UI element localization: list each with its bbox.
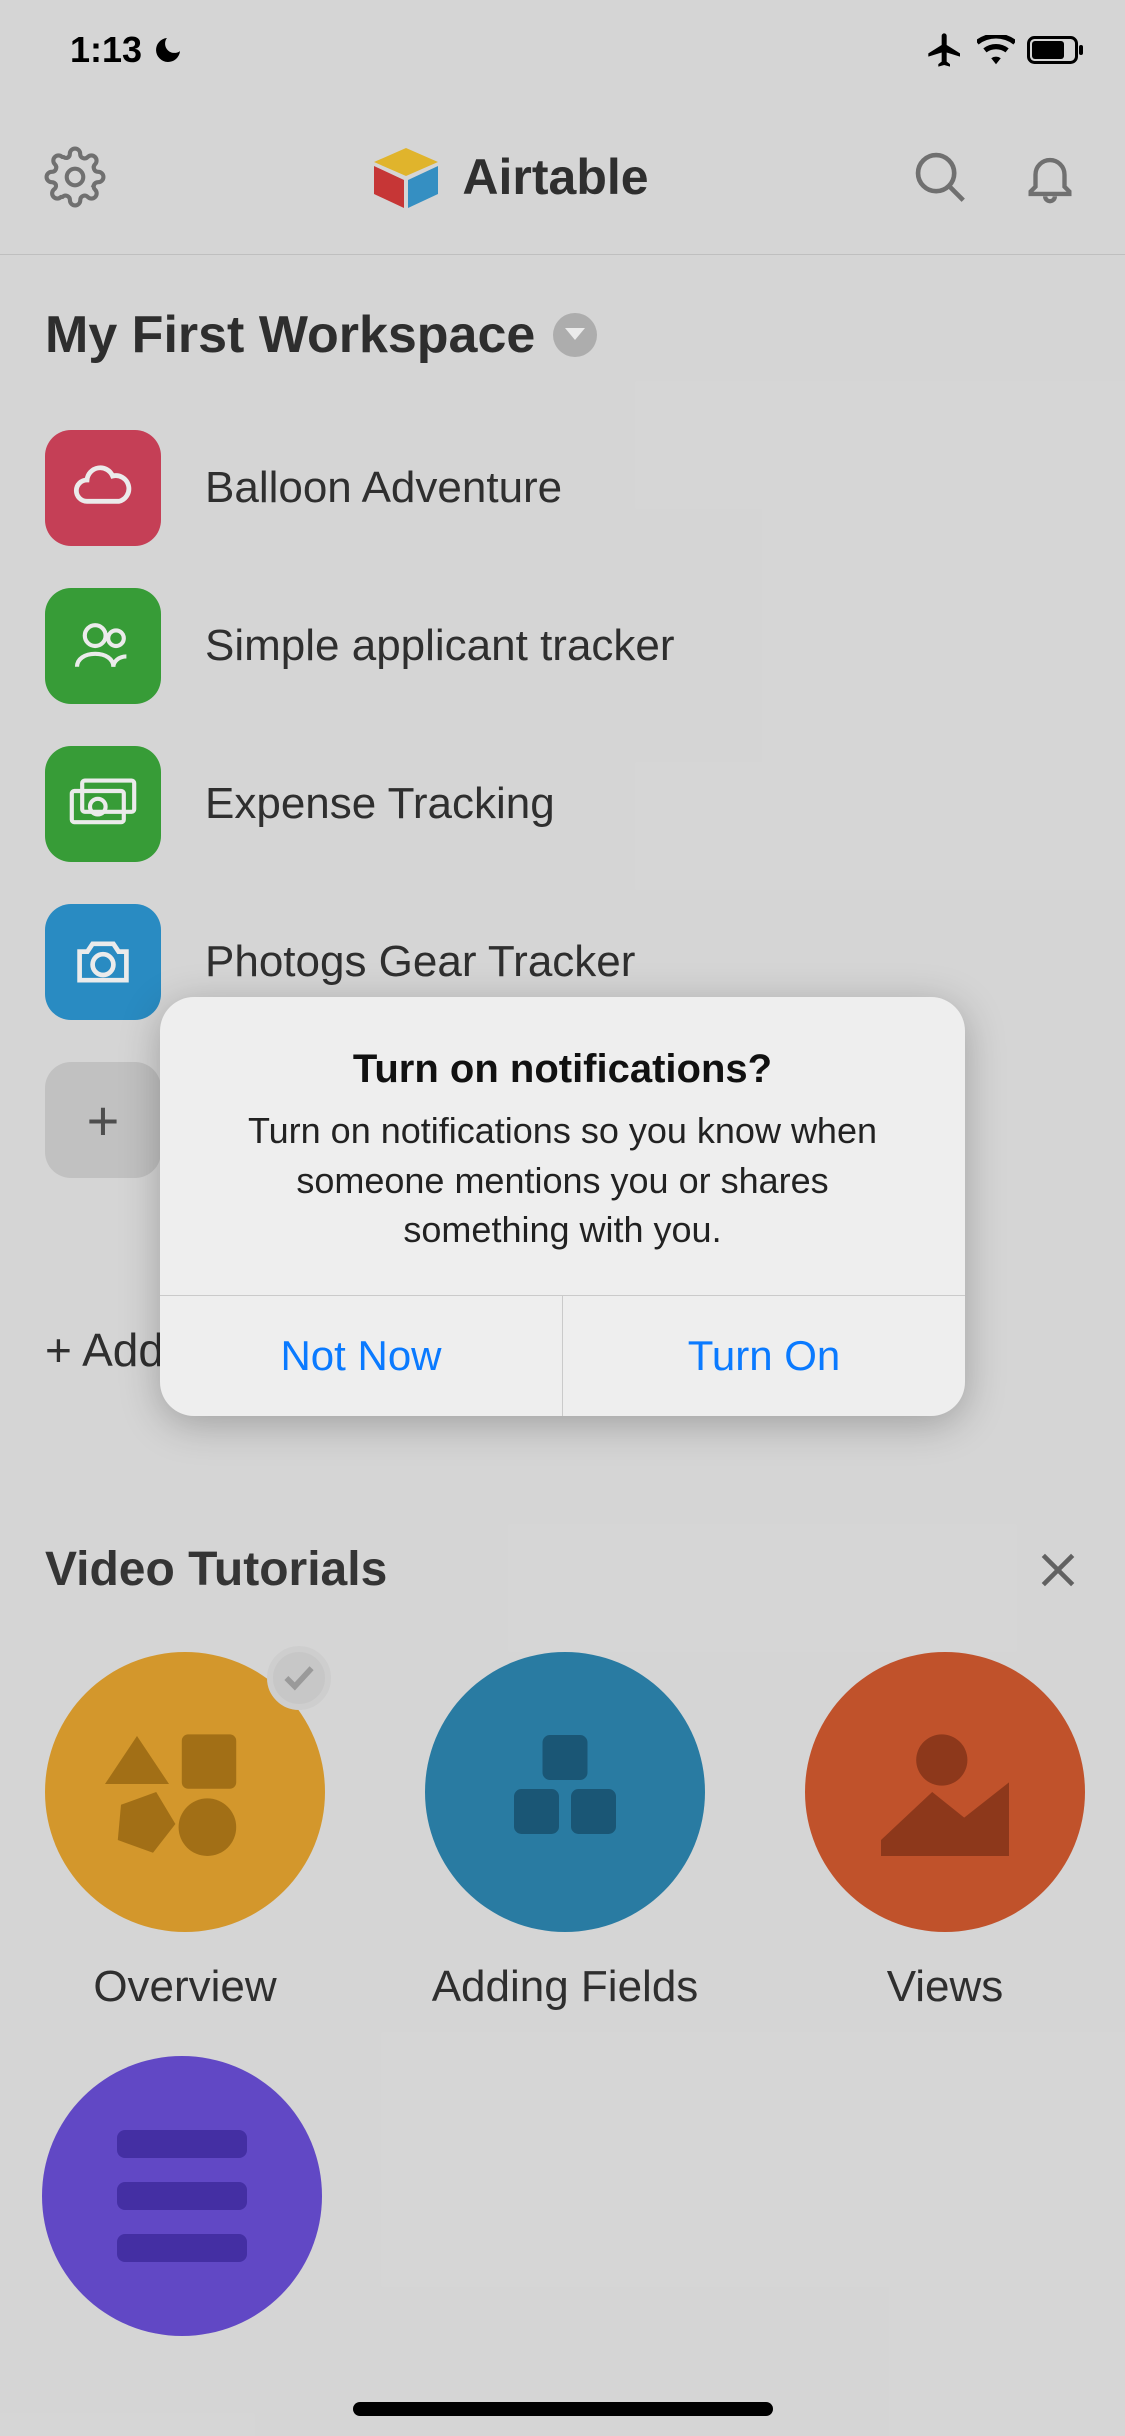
base-label: Simple applicant tracker xyxy=(205,621,675,671)
tutorial-label: Overview xyxy=(93,1962,276,2012)
notifications-dialog: Turn on notifications? Turn on notificat… xyxy=(160,997,965,1416)
blocks-icon xyxy=(490,1717,640,1867)
not-now-button[interactable]: Not Now xyxy=(160,1296,562,1416)
shapes-icon xyxy=(105,1712,265,1872)
base-label: Expense Tracking xyxy=(205,779,555,829)
tutorial-thumbnail xyxy=(805,1652,1085,1932)
menu-icon xyxy=(117,2130,247,2158)
close-icon xyxy=(1036,1548,1080,1592)
home-indicator xyxy=(353,2402,773,2416)
base-item[interactable]: Simple applicant tracker xyxy=(45,588,1080,704)
chevron-down-icon xyxy=(553,313,597,357)
people-icon xyxy=(71,620,135,672)
check-icon xyxy=(282,1664,316,1692)
base-item[interactable]: Balloon Adventure xyxy=(45,430,1080,546)
camera-icon xyxy=(71,936,135,988)
app-logo-text: Airtable xyxy=(462,148,648,206)
tutorial-thumbnail xyxy=(45,1652,325,1932)
base-icon xyxy=(45,588,161,704)
gear-icon xyxy=(44,146,106,208)
close-tutorials-button[interactable] xyxy=(1036,1548,1080,1592)
workspace-selector[interactable]: My First Workspace xyxy=(45,305,1080,365)
battery-icon xyxy=(1027,36,1085,64)
cloud-icon xyxy=(71,464,135,512)
workspace-title: My First Workspace xyxy=(45,305,535,365)
moon-icon xyxy=(152,34,184,66)
search-icon xyxy=(909,146,971,208)
status-bar: 1:13 xyxy=(0,0,1125,100)
base-icon xyxy=(45,746,161,862)
tutorial-label: Adding Fields xyxy=(432,1962,699,2012)
tutorial-thumbnail xyxy=(425,1652,705,1932)
settings-button[interactable] xyxy=(40,142,110,212)
notifications-button[interactable] xyxy=(1015,142,1085,212)
menu-fab[interactable] xyxy=(42,2056,322,2336)
airtable-logo-icon xyxy=(366,142,446,212)
wifi-icon xyxy=(977,35,1015,65)
base-label: Photogs Gear Tracker xyxy=(205,937,635,987)
tutorial-item[interactable]: Views xyxy=(805,1652,1085,2012)
search-button[interactable] xyxy=(905,142,975,212)
app-logo: Airtable xyxy=(366,142,648,212)
tutorial-item[interactable]: Overview xyxy=(45,1652,325,2012)
airplane-mode-icon xyxy=(925,30,965,70)
check-badge xyxy=(267,1646,331,1710)
dialog-description: Turn on notifications so you know when s… xyxy=(210,1106,915,1255)
bell-icon xyxy=(1021,148,1079,206)
turn-on-button[interactable]: Turn On xyxy=(562,1296,965,1416)
base-icon xyxy=(45,904,161,1020)
tutorials-title: Video Tutorials xyxy=(45,1542,387,1597)
money-icon xyxy=(69,778,137,830)
plus-icon: + xyxy=(45,1062,161,1178)
tutorial-item[interactable]: Adding Fields xyxy=(425,1652,705,2012)
tutorial-label: Views xyxy=(887,1962,1004,2012)
image-icon xyxy=(865,1712,1025,1872)
base-icon xyxy=(45,430,161,546)
base-label: Balloon Adventure xyxy=(205,463,562,513)
app-header: Airtable xyxy=(0,100,1125,255)
dialog-title: Turn on notifications? xyxy=(210,1047,915,1092)
base-item[interactable]: Expense Tracking xyxy=(45,746,1080,862)
status-time: 1:13 xyxy=(70,29,142,71)
